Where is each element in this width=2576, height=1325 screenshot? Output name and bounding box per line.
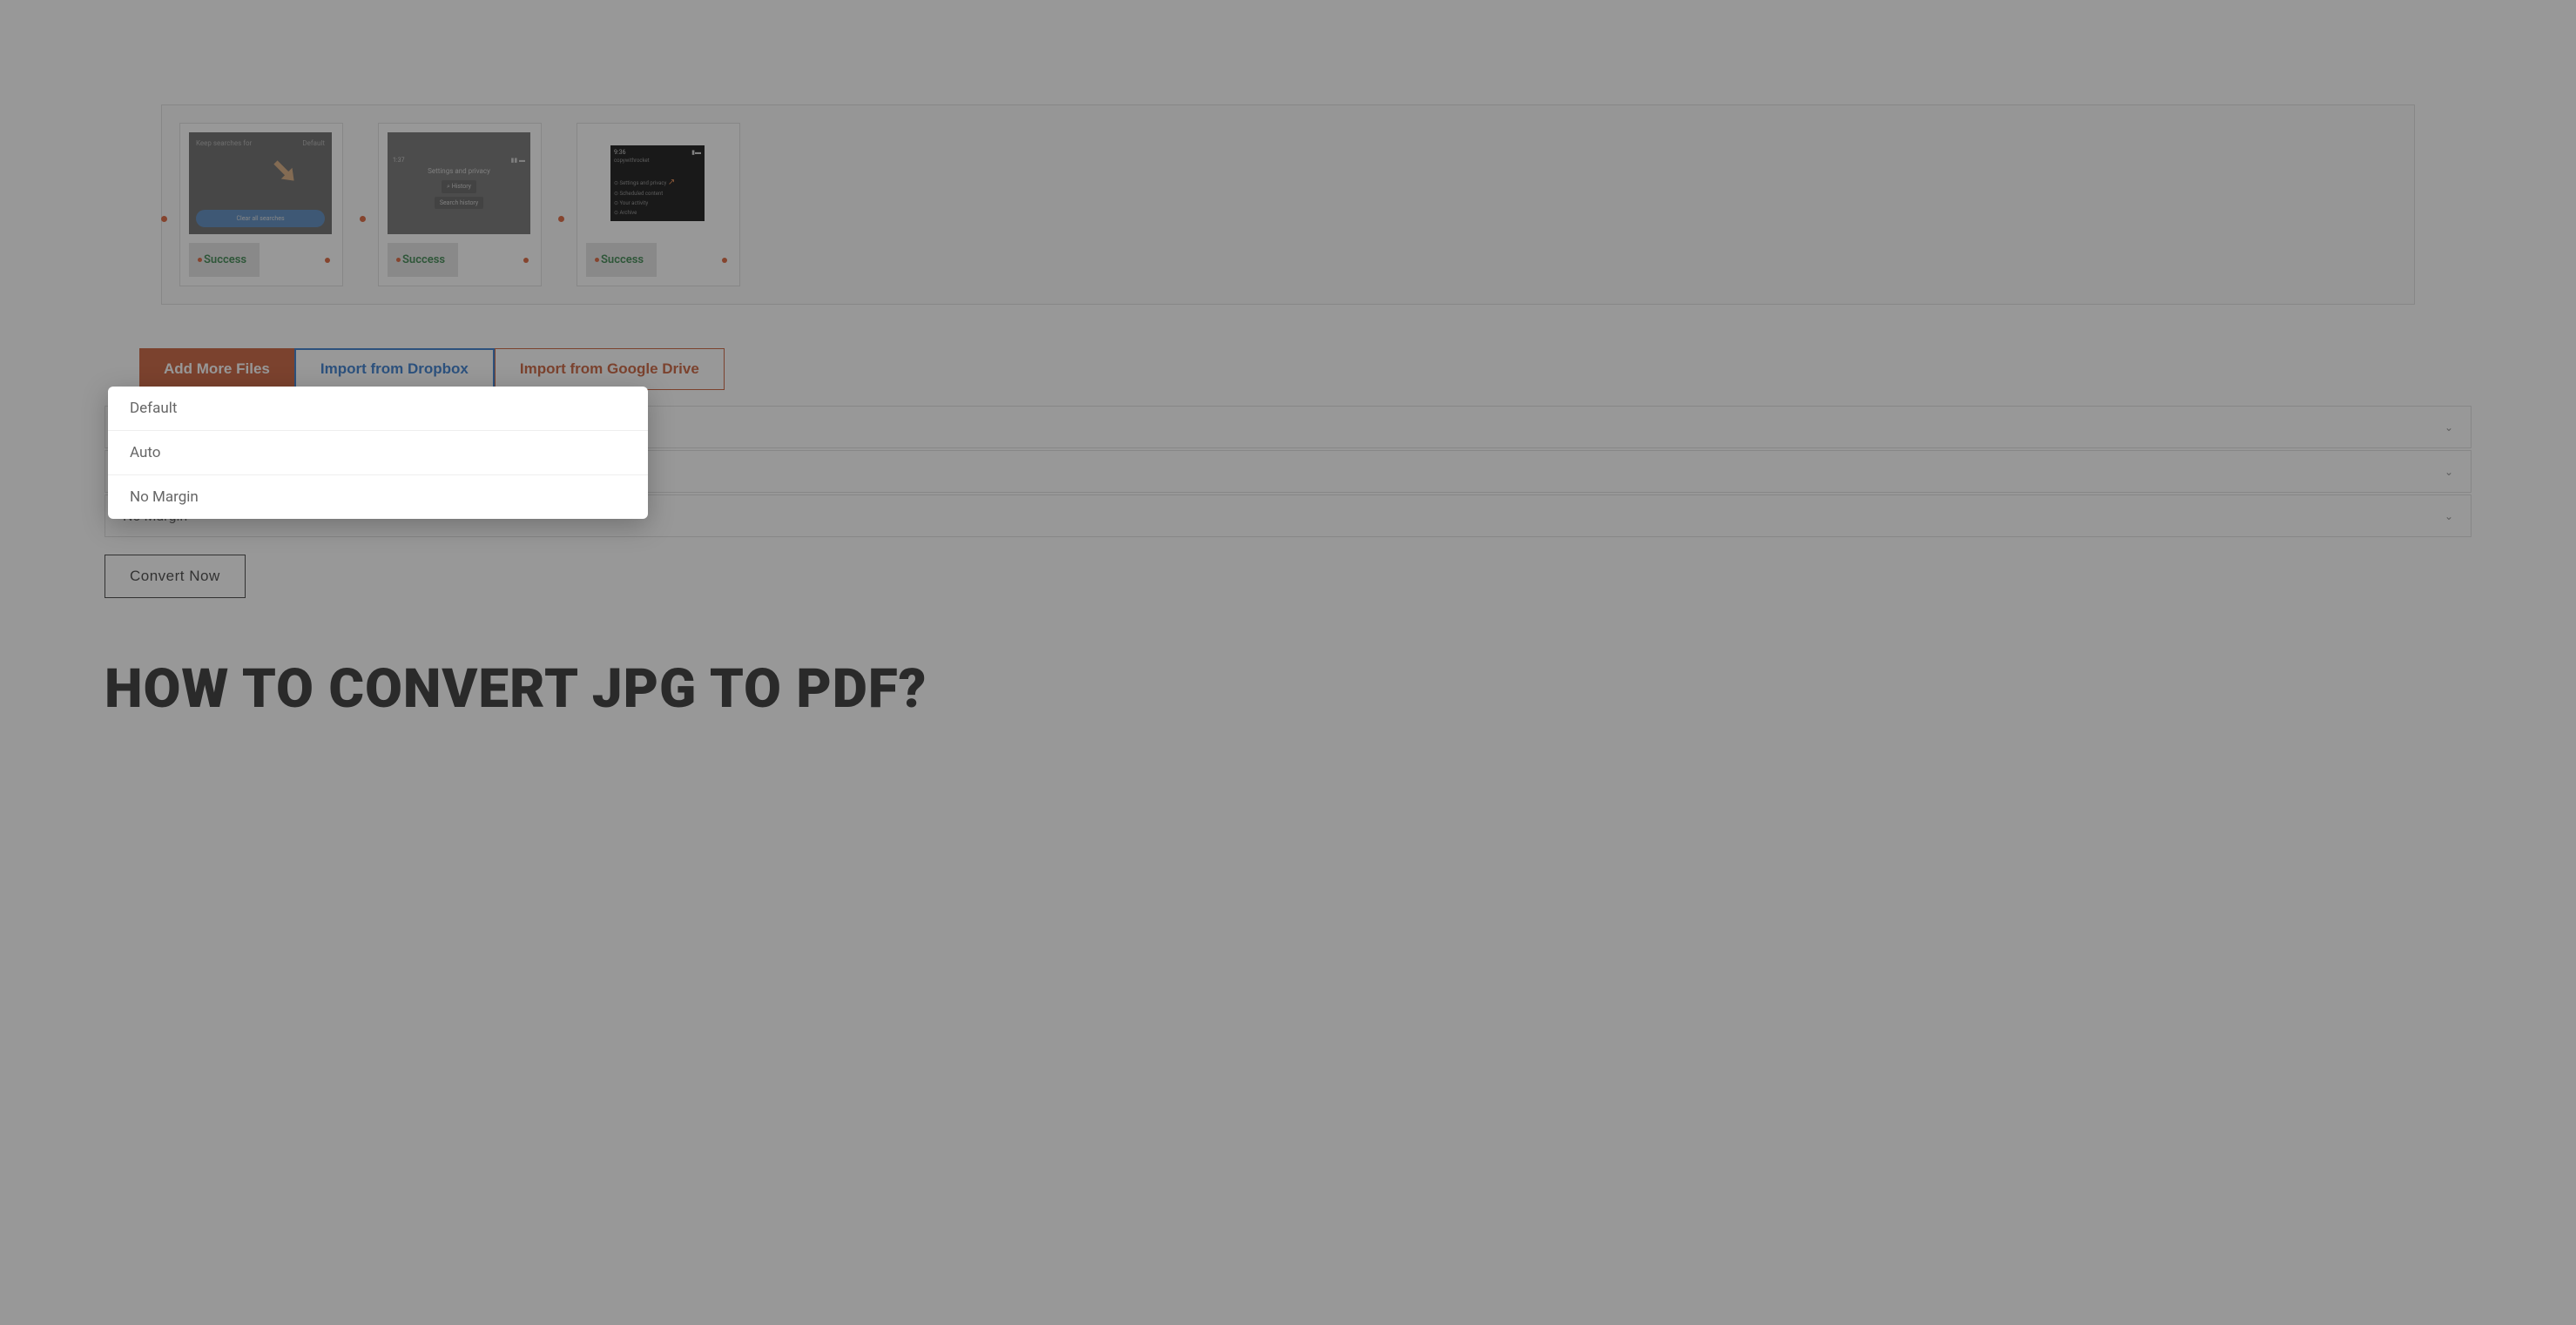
dropdown-option-no-margin[interactable]: No Margin: [108, 475, 648, 519]
dropdown-menu: Default Auto No Margin: [108, 387, 648, 519]
dropdown-option-auto[interactable]: Auto: [108, 431, 648, 475]
dropdown-option-default[interactable]: Default: [108, 387, 648, 431]
modal-overlay[interactable]: [0, 0, 2576, 1325]
